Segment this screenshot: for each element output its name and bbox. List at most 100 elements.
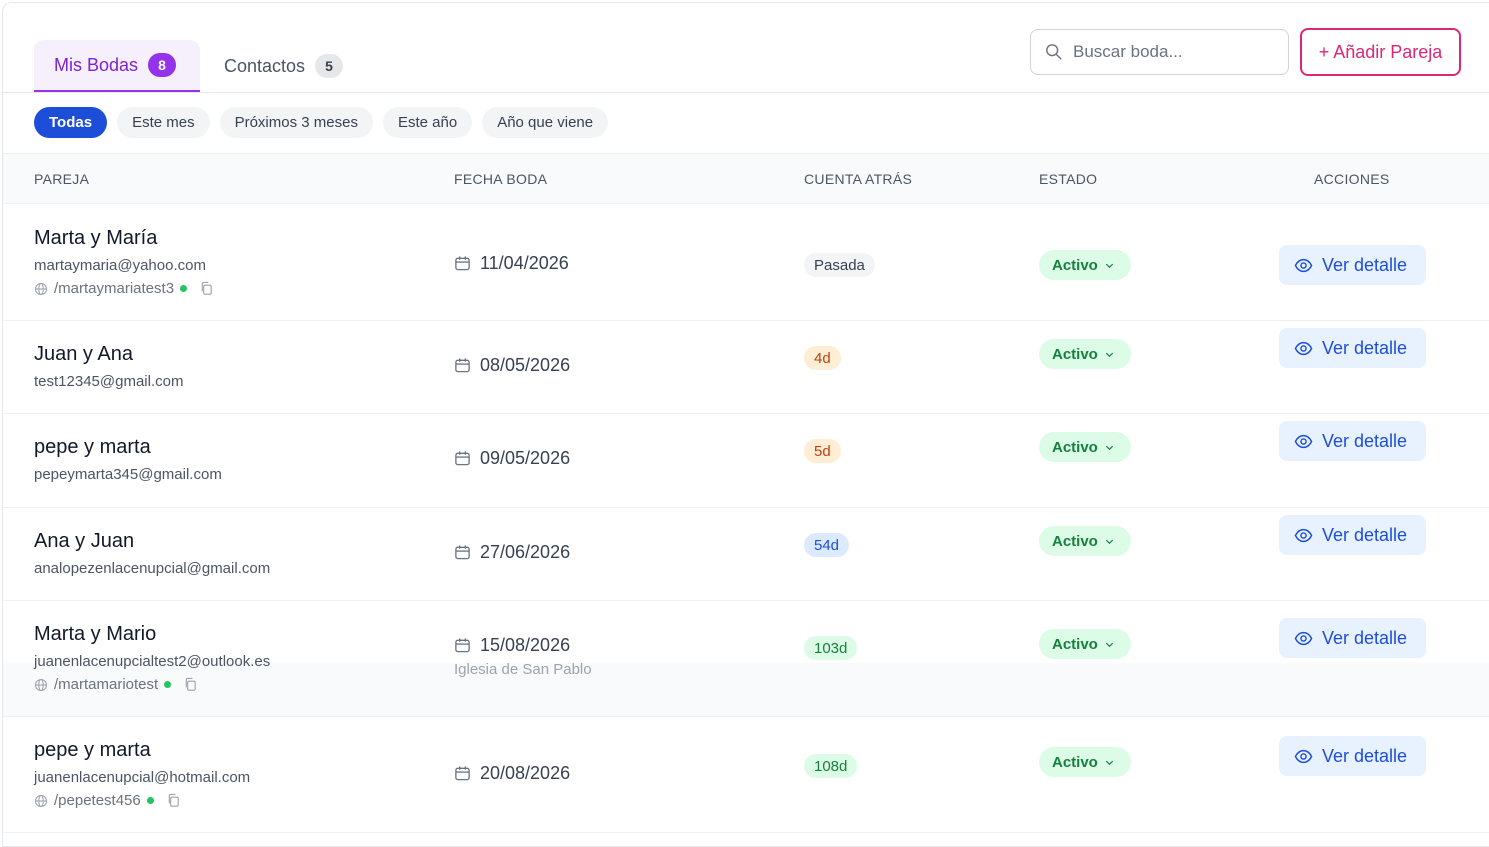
table-row: pepe y marta juanenlacenupcial@hotmail.co… <box>3 717 1489 833</box>
view-detail-button[interactable]: Ver detalle <box>1279 245 1426 285</box>
eye-icon <box>1294 749 1313 763</box>
couple-email: martaymaria@yahoo.com <box>34 257 206 274</box>
view-detail-button[interactable]: Ver detalle <box>1279 515 1426 555</box>
view-detail-button[interactable]: Ver detalle <box>1279 618 1426 658</box>
status-label: Activo <box>1052 532 1098 550</box>
couple-email: juanenlacenupcial@hotmail.com <box>34 769 251 786</box>
copy-icon[interactable] <box>166 793 181 808</box>
tab-contactos[interactable]: Contactos 5 <box>204 40 363 92</box>
table-row: pepe y marta pepeymarta345@gmail.com 09/05… <box>3 414 1489 508</box>
couple-slug: /martaymariatest3 <box>34 280 214 297</box>
countdown-badge: 54d <box>804 533 850 557</box>
filter-proximos-3-meses[interactable]: Próximos 3 meses <box>219 107 373 138</box>
tab-count-badge: 8 <box>148 53 177 77</box>
view-detail-label: Ver detalle <box>1322 430 1408 451</box>
column-header-fecha: FECHA BODA <box>454 171 548 187</box>
wedding-date: 11/04/2026 <box>454 253 569 274</box>
copy-icon[interactable] <box>199 281 214 296</box>
filter-todas[interactable]: Todas <box>34 107 108 138</box>
countdown-text: Pasada <box>814 256 865 274</box>
online-status-dot <box>180 285 188 292</box>
column-header-cuenta-atras: CUENTA ATRÁS <box>804 171 913 187</box>
date-text: 09/05/2026 <box>480 448 571 468</box>
status-label: Activo <box>1052 635 1098 653</box>
status-dropdown[interactable]: Activo <box>1039 250 1131 280</box>
view-detail-label: Ver detalle <box>1322 254 1408 275</box>
date-text: 11/04/2026 <box>480 253 569 273</box>
filter-este-ano[interactable]: Este año <box>382 107 473 138</box>
couple-name: pepe y marta <box>34 436 151 458</box>
date-text: 27/06/2026 <box>480 542 571 562</box>
calendar-icon <box>455 766 470 781</box>
couple-email: pepeymarta345@gmail.com <box>34 466 222 483</box>
calendar-icon <box>455 451 470 466</box>
status-dropdown[interactable]: Activo <box>1039 339 1131 369</box>
date-text: 08/05/2026 <box>480 355 571 375</box>
chevron-down-icon <box>1105 445 1113 450</box>
calendar-icon <box>455 638 470 653</box>
countdown-text: 54d <box>814 536 840 554</box>
slug-text[interactable]: /pepetest456 <box>54 792 141 809</box>
copy-icon[interactable] <box>183 677 198 692</box>
status-label: Activo <box>1052 753 1098 771</box>
chevron-down-icon <box>1105 352 1113 357</box>
table-row: Ana y Juan analopezenlacenupcial@gmail.co… <box>3 508 1489 601</box>
chevron-down-icon <box>1105 642 1113 647</box>
search-box[interactable] <box>1030 29 1289 75</box>
table-row: Juan y Ana test12345@gmail.com 08/05/2026 4… <box>3 321 1489 414</box>
filter-ano-que-viene[interactable]: Año que viene <box>482 107 609 138</box>
add-couple-button[interactable]: + Añadir Pareja <box>1300 28 1461 76</box>
slug-text[interactable]: /martaymariatest3 <box>54 280 174 297</box>
wedding-place: Iglesia de San Pablo <box>454 661 592 678</box>
tab-mis-bodas[interactable]: Mis Bodas 8 <box>34 40 200 92</box>
couple-name: pepe y marta <box>34 739 151 761</box>
countdown-badge: Pasada <box>804 253 875 277</box>
wedding-date: 27/06/2026 <box>454 542 570 563</box>
chevron-down-icon <box>1105 263 1113 268</box>
countdown-badge: 4d <box>804 346 841 370</box>
online-status-dot <box>164 681 172 688</box>
view-detail-button[interactable]: Ver detalle <box>1279 736 1426 776</box>
wedding-date: 15/08/2026 <box>454 635 570 656</box>
couple-name: Ana y Juan <box>34 530 135 552</box>
eye-icon <box>1294 434 1313 448</box>
online-status-dot <box>146 797 154 804</box>
filter-este-mes[interactable]: Este mes <box>117 107 210 138</box>
countdown-badge: 108d <box>804 754 858 778</box>
chevron-down-icon <box>1105 760 1113 765</box>
view-detail-button[interactable]: Ver detalle <box>1279 328 1426 368</box>
view-detail-button[interactable]: Ver detalle <box>1279 421 1426 461</box>
countdown-text: 4d <box>814 349 831 367</box>
status-dropdown[interactable]: Activo <box>1039 432 1131 462</box>
wedding-date: 08/05/2026 <box>454 355 570 376</box>
view-detail-label: Ver detalle <box>1322 524 1408 545</box>
tab-label: Mis Bodas <box>54 54 139 75</box>
status-dropdown[interactable]: Activo <box>1039 629 1131 659</box>
date-text: 15/08/2026 <box>480 635 571 655</box>
column-header-estado: ESTADO <box>1039 171 1098 187</box>
couple-slug: /pepetest456 <box>34 792 181 809</box>
calendar-icon <box>455 545 470 560</box>
couple-name: Marta y María <box>34 227 158 249</box>
filter-chips: Todas Este mes Próximos 3 meses Este año… <box>34 107 609 138</box>
countdown-text: 103d <box>814 639 848 657</box>
globe-icon <box>34 794 48 807</box>
countdown-text: 108d <box>814 757 848 775</box>
couple-name: Marta y Mario <box>34 623 157 645</box>
countdown-badge: 5d <box>804 439 841 463</box>
date-text: 20/08/2026 <box>480 763 571 783</box>
table-row: Marta y María martaymaria@yahoo.com/marta… <box>3 205 1489 321</box>
globe-icon <box>34 282 48 295</box>
search-input[interactable] <box>1073 42 1263 62</box>
chevron-down-icon <box>1105 539 1113 544</box>
eye-icon <box>1294 258 1313 272</box>
slug-text[interactable]: /martamariotest <box>54 676 158 693</box>
view-detail-label: Ver detalle <box>1322 745 1408 766</box>
header: Mis Bodas 8 Contactos 5 + Añadir Pareja <box>3 3 1489 93</box>
globe-icon <box>34 678 48 691</box>
status-dropdown[interactable]: Activo <box>1039 526 1131 556</box>
status-label: Activo <box>1052 345 1098 363</box>
status-dropdown[interactable]: Activo <box>1039 747 1131 777</box>
tab-label: Contactos <box>224 55 306 76</box>
wedding-date: 09/05/2026 <box>454 448 570 469</box>
